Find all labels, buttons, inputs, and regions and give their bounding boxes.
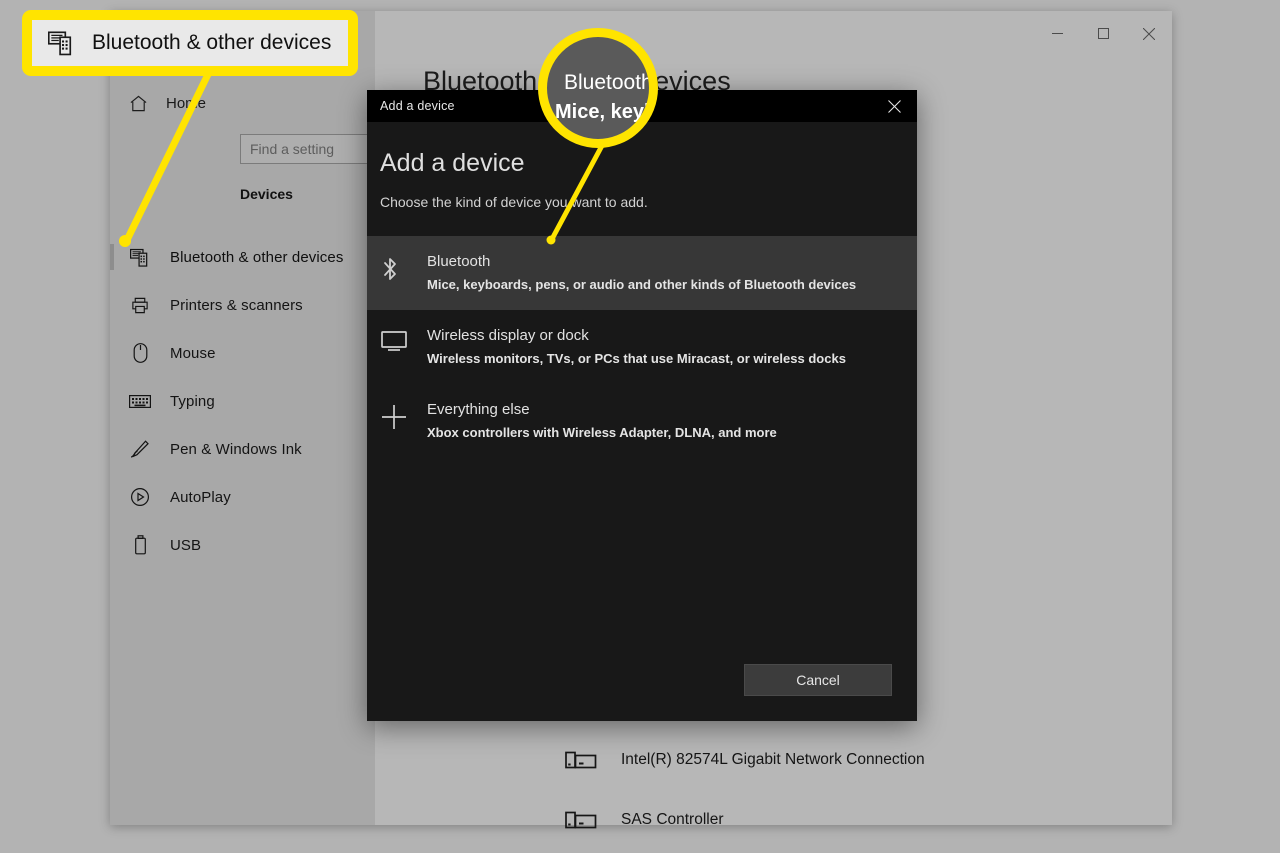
sidebar-item-mouse[interactable]: Mouse xyxy=(110,329,375,377)
dialog-header: Add a device Choose the kind of device y… xyxy=(367,122,917,210)
sidebar-home-label: Home xyxy=(166,95,206,112)
device-kind-title: Everything else xyxy=(427,401,530,418)
keyboard-icon xyxy=(110,394,170,409)
device-kind-wireless-display[interactable]: Wireless display or dock Wireless monito… xyxy=(367,310,917,384)
sidebar-item-label: Printers & scanners xyxy=(170,297,303,314)
device-kind-description: Xbox controllers with Wireless Adapter, … xyxy=(427,425,777,440)
device-generic-icon xyxy=(565,808,597,832)
device-kind-description: Wireless monitors, TVs, or PCs that use … xyxy=(427,351,846,366)
dialog-subheading: Choose the kind of device you want to ad… xyxy=(380,194,917,210)
sidebar-item-autoplay[interactable]: AutoPlay xyxy=(110,473,375,521)
dialog-titlebar: Add a device xyxy=(367,90,917,122)
device-generic-icon xyxy=(565,748,597,772)
sidebar-item-label: USB xyxy=(170,537,201,554)
sidebar-item-usb[interactable]: USB xyxy=(110,521,375,569)
printer-icon xyxy=(110,296,170,315)
devices-icon xyxy=(110,248,170,267)
device-label: Intel(R) 82574L Gigabit Network Connecti… xyxy=(621,751,925,769)
sidebar-item-typing[interactable]: Typing xyxy=(110,377,375,425)
device-label: SAS Controller xyxy=(621,811,724,829)
usb-icon xyxy=(110,535,170,555)
dialog-heading: Add a device xyxy=(380,149,917,178)
sidebar-item-label: Pen & Windows Ink xyxy=(170,441,302,458)
mouse-icon xyxy=(110,343,170,363)
devices-icon xyxy=(48,30,76,56)
device-kind-description: Mice, keyboards, pens, or audio and othe… xyxy=(427,277,856,292)
autoplay-icon xyxy=(110,487,170,507)
sidebar-item-printers-scanners[interactable]: Printers & scanners xyxy=(110,281,375,329)
sidebar-item-bluetooth-other-devices[interactable]: Bluetooth & other devices xyxy=(110,233,375,281)
sidebar-section-title: Devices xyxy=(240,186,293,202)
device-list-item[interactable]: Intel(R) 82574L Gigabit Network Connecti… xyxy=(565,748,925,772)
device-kind-title: Bluetooth xyxy=(427,253,490,270)
sidebar-nav-list: Bluetooth & other devices Printers & sca… xyxy=(110,233,375,569)
device-kind-title: Wireless display or dock xyxy=(427,327,589,344)
sidebar-item-label: Typing xyxy=(170,393,215,410)
sidebar-item-label: Mouse xyxy=(170,345,216,362)
home-icon xyxy=(110,94,166,113)
monitor-icon xyxy=(381,327,427,352)
dialog-close-icon[interactable] xyxy=(871,90,917,122)
sidebar-item-pen-windows-ink[interactable]: Pen & Windows Ink xyxy=(110,425,375,473)
plus-icon xyxy=(381,401,427,430)
device-list-item[interactable]: SAS Controller xyxy=(565,808,724,832)
device-kind-list: Bluetooth Mice, keyboards, pens, or audi… xyxy=(367,236,917,458)
cancel-button[interactable]: Cancel xyxy=(744,664,892,696)
sidebar-item-home[interactable]: Home xyxy=(110,85,375,121)
dialog-titlebar-label: Add a device xyxy=(367,99,455,113)
add-device-dialog: Add a device Add a device Choose the kin… xyxy=(367,90,917,721)
pen-icon xyxy=(110,439,170,459)
settings-sidebar: Home Devices Bluetooth & other devices xyxy=(110,11,375,825)
sidebar-item-label: AutoPlay xyxy=(170,489,231,506)
bluetooth-icon xyxy=(381,253,427,282)
device-kind-bluetooth[interactable]: Bluetooth Mice, keyboards, pens, or audi… xyxy=(367,236,917,310)
sidebar-item-label: Bluetooth & other devices xyxy=(170,249,343,266)
device-kind-everything-else[interactable]: Everything else Xbox controllers with Wi… xyxy=(367,384,917,458)
